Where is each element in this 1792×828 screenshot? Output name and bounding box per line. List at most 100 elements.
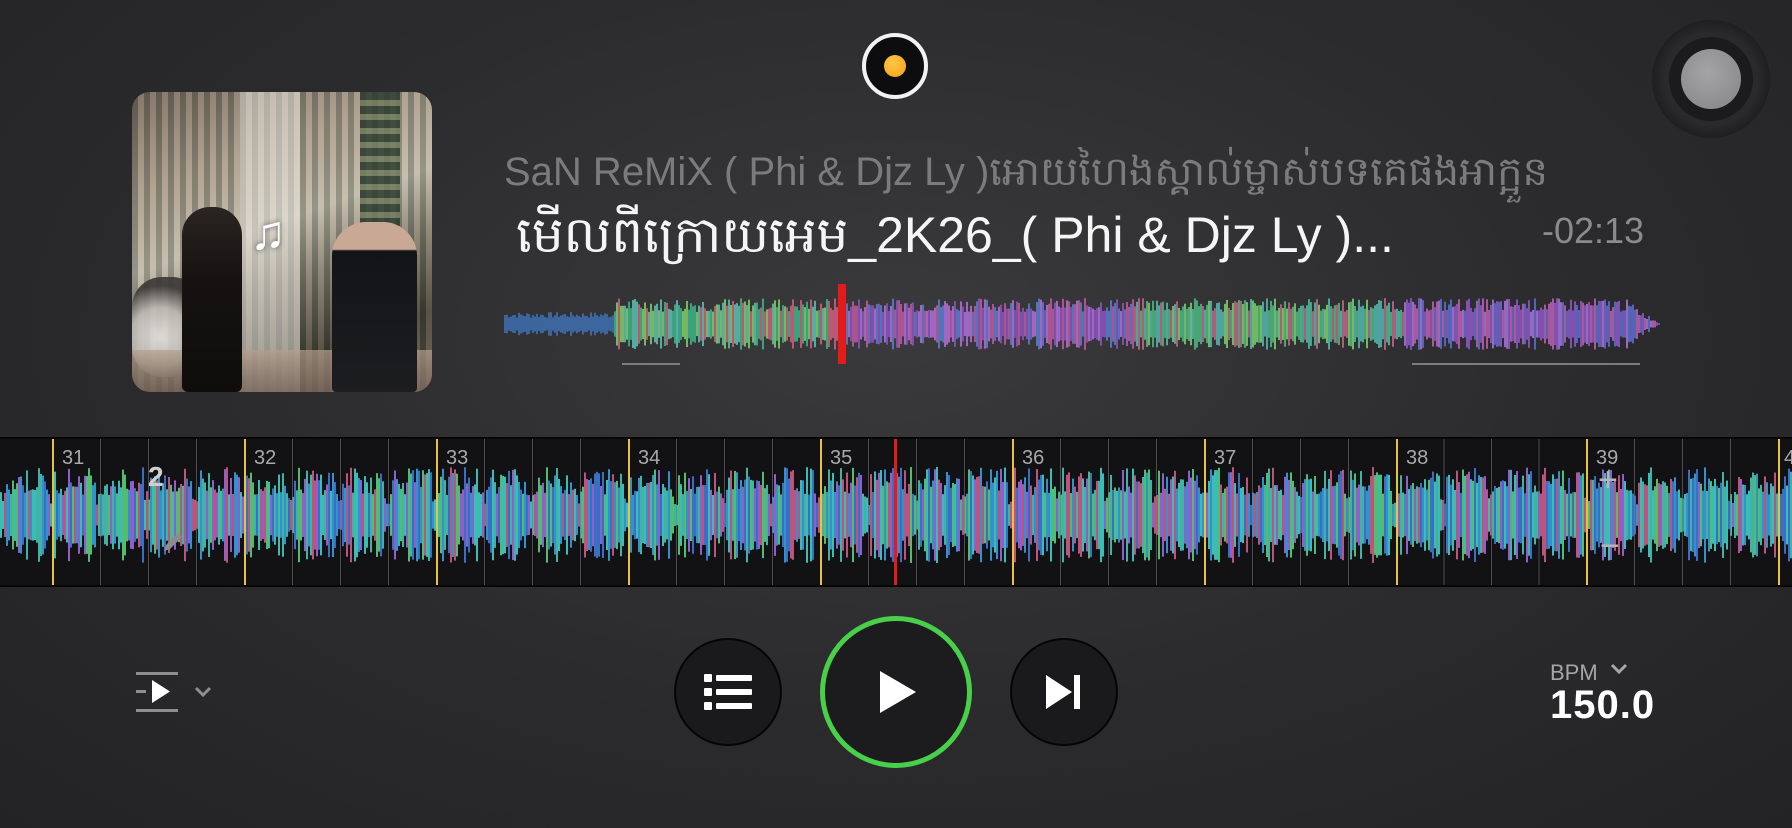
overview-waveform-bar — [1352, 298, 1354, 350]
overview-waveform-bar — [1526, 308, 1528, 340]
detail-waveform-bar — [1048, 492, 1050, 538]
overview-waveform-bar — [1024, 311, 1026, 337]
queue-mode-button[interactable] — [134, 668, 224, 716]
detail-waveform-bar — [1240, 487, 1242, 543]
skip-next-button[interactable] — [1010, 638, 1118, 746]
detail-waveform-bar — [1192, 468, 1194, 562]
detail-waveform-bar — [1110, 474, 1112, 556]
overview-waveform-bar — [1290, 308, 1292, 340]
overview-waveform-bar — [738, 305, 740, 343]
detail-waveform-bar — [104, 485, 106, 545]
overview-waveform-bar — [1554, 302, 1556, 346]
overview-waveform-bar — [1306, 305, 1308, 343]
detail-waveform[interactable]: 31 32 33 34 35 36 37 38 39 4 2 + − — [0, 437, 1792, 587]
zoom-in-button[interactable]: + — [1598, 461, 1618, 500]
detail-waveform-bar — [504, 476, 506, 554]
overview-waveform-bar — [606, 314, 608, 334]
overview-waveform-bar — [770, 307, 772, 341]
overview-waveform-bar — [1036, 302, 1038, 346]
detail-waveform-bar — [1676, 491, 1678, 539]
detail-waveform-bar — [398, 483, 400, 547]
detail-waveform-bar — [1558, 471, 1560, 559]
detail-waveform-bar — [754, 488, 756, 542]
beat-number: 32 — [254, 447, 277, 469]
detail-waveform-bar — [1258, 485, 1260, 545]
detail-waveform-bar — [1312, 491, 1314, 539]
detail-waveform-bar — [1512, 491, 1514, 539]
detail-waveform-bar — [644, 486, 646, 544]
play-button[interactable] — [820, 616, 972, 768]
overview-waveform-bar — [1190, 302, 1192, 346]
overview-waveform-bar — [660, 299, 662, 349]
detail-waveform-bar — [1518, 487, 1520, 543]
detail-waveform-bar — [1526, 467, 1528, 563]
detail-waveform-bar — [188, 486, 190, 544]
cue-point-number[interactable]: 2 — [148, 461, 164, 493]
overview-waveform-bar — [1480, 305, 1482, 343]
detail-waveform-bar — [1070, 493, 1072, 537]
detail-waveform-bar — [556, 468, 558, 562]
chevron-down-icon[interactable] — [1610, 662, 1628, 676]
detail-waveform-bar — [1362, 486, 1364, 544]
overview-waveform-bar — [1646, 318, 1648, 330]
detail-waveform-bar — [74, 486, 76, 544]
detail-waveform-bar — [1084, 486, 1086, 544]
detail-waveform-bar — [1574, 492, 1576, 538]
overview-waveform[interactable] — [504, 296, 1660, 352]
album-art[interactable]: ♫ — [132, 92, 432, 392]
detail-waveform-bar — [938, 479, 940, 551]
overview-waveform-bar — [642, 308, 644, 340]
detail-waveform-bar — [54, 471, 56, 559]
detail-waveform-bar — [1042, 474, 1044, 556]
overview-waveform-bar — [1134, 306, 1136, 342]
overview-waveform-bar — [1432, 301, 1434, 347]
detail-waveform-bar — [1622, 474, 1624, 556]
detail-waveform-bar — [1714, 478, 1716, 552]
overview-waveform-bar — [1078, 300, 1080, 348]
detail-waveform-bar — [856, 477, 858, 553]
overview-loop-line — [1412, 363, 1640, 365]
jog-knob[interactable] — [1652, 20, 1770, 138]
detail-waveform-bar — [1068, 472, 1070, 558]
record-button[interactable] — [862, 33, 928, 99]
playlist-button[interactable] — [674, 638, 782, 746]
detail-waveform-bar — [1642, 481, 1644, 549]
overview-waveform-bar — [1360, 306, 1362, 342]
playhead-marker[interactable] — [838, 284, 846, 364]
detail-waveform-bar — [1564, 490, 1566, 540]
detail-waveform-bar — [782, 482, 784, 548]
detail-waveform-bar — [1208, 480, 1210, 550]
detail-waveform-bar — [1256, 491, 1258, 539]
detail-waveform-bar — [190, 481, 192, 549]
detail-waveform-bar — [780, 494, 782, 536]
overview-waveform-bar — [654, 305, 656, 343]
detail-waveform-bar — [1170, 479, 1172, 551]
overview-waveform-bar — [1450, 299, 1452, 349]
overview-waveform-bar — [788, 311, 790, 337]
detail-waveform-bar — [622, 483, 624, 547]
zoom-out-button[interactable]: − — [1600, 527, 1620, 566]
overview-waveform-bar — [1216, 303, 1218, 345]
detail-waveform-bar — [1522, 475, 1524, 555]
overview-waveform-bar — [870, 305, 872, 343]
overview-waveform-bar — [542, 315, 544, 333]
overview-waveform-bar — [1014, 310, 1016, 338]
detail-waveform-bar — [1692, 478, 1694, 552]
beat-number: 37 — [1214, 447, 1237, 469]
detail-waveform-bar — [1064, 491, 1066, 539]
detail-waveform-bar — [832, 472, 834, 558]
overview-waveform-bar — [1194, 298, 1196, 350]
overview-waveform-bar — [636, 301, 638, 347]
detail-waveform-bar — [1632, 493, 1634, 537]
downbeat-line — [1396, 439, 1398, 585]
pencil-icon[interactable] — [160, 529, 186, 555]
overview-waveform-bar — [746, 304, 748, 344]
overview-waveform-bar — [512, 315, 514, 333]
detail-waveform-bar — [1660, 484, 1662, 546]
overview-waveform-bar — [1274, 298, 1276, 350]
detail-waveform-bar — [1582, 473, 1584, 557]
detail-waveform-bar — [418, 470, 420, 560]
overview-waveform-bar — [1444, 301, 1446, 347]
detail-waveform-bar — [1750, 477, 1752, 553]
detail-waveform-bar — [46, 489, 48, 541]
